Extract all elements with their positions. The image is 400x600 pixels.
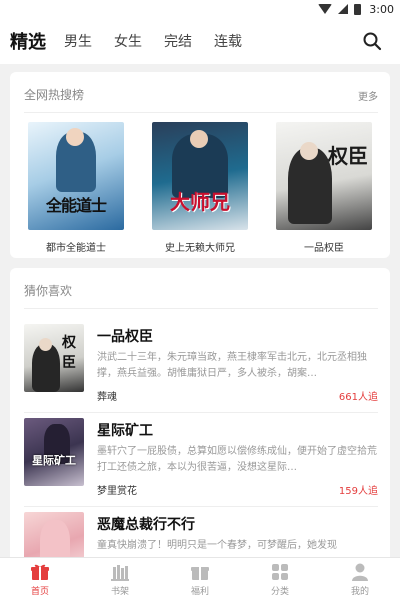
- bottom-nav-category[interactable]: 分类: [240, 558, 320, 600]
- hot-book-title: 史上无赖大师兄: [165, 243, 235, 254]
- list-item[interactable]: 权臣 一品权臣 洪武二十三年，朱元璋当政，燕王棣率军击北元，北元丞相独撑，燕兵益…: [10, 318, 390, 412]
- book-cover[interactable]: 全能道士: [28, 122, 124, 230]
- cover-figure: [66, 128, 84, 146]
- hot-book-item[interactable]: 大师兄 史上无赖大师兄: [150, 122, 250, 254]
- list-item[interactable]: 星际矿工 星际矿工 墨轩穴了一屁股债，总算如愿以偿修练成仙，便开始了虚空拾荒打工…: [10, 412, 390, 506]
- tab-male[interactable]: 男生: [64, 31, 92, 51]
- follower-count: 159人追: [338, 486, 378, 497]
- bottom-nav-profile[interactable]: 我的: [320, 558, 400, 600]
- bottom-nav-label: 福利: [190, 587, 209, 597]
- list-item[interactable]: 恶魔总裁行不行 童真快崩溃了！明明只是一个春梦，可梦醒后，她发现: [10, 506, 390, 557]
- user-icon: [352, 563, 368, 581]
- cover-title-text: 星际矿工: [32, 454, 76, 467]
- divider: [24, 308, 378, 309]
- bottom-nav-label: 首页: [30, 587, 49, 597]
- battery-icon: [354, 3, 362, 15]
- cover-title-text: 权臣: [62, 335, 76, 371]
- book-cover[interactable]: [24, 512, 84, 557]
- hot-book-item[interactable]: 全能道士 都市全能道士: [26, 122, 126, 254]
- hot-book-title: 一品权臣: [304, 243, 344, 254]
- tab-completed[interactable]: 完结: [164, 31, 192, 51]
- follower-count: 661人追: [338, 392, 378, 403]
- hot-search-title: 全网热搜榜: [24, 88, 85, 102]
- book-author: 葬魂: [97, 392, 117, 403]
- cover-figure: [39, 338, 52, 351]
- bottom-nav-label: 分类: [270, 587, 289, 597]
- search-icon[interactable]: [362, 31, 382, 51]
- guess-title: 猜你喜欢: [24, 284, 73, 298]
- signal-icon: [338, 4, 349, 14]
- book-description: 洪武二十三年，朱元璋当政，燕王棣率军击北元，北元丞相独撑，燕兵益强。胡惟庸狱日严…: [97, 352, 367, 379]
- bottom-nav-bookshelf[interactable]: 书架: [80, 558, 160, 600]
- tab-serializing[interactable]: 连载: [214, 31, 242, 51]
- bottom-nav-label: 书架: [110, 587, 129, 597]
- cover-figure: [300, 142, 318, 160]
- grid-icon: [272, 564, 288, 580]
- bottom-nav-label: 我的: [350, 587, 369, 597]
- hot-book-list: 全能道士 都市全能道士 大师兄 史上无赖大师兄 权臣 一品权臣: [10, 122, 390, 254]
- book-author: 梦里赏花: [97, 486, 137, 497]
- gift-box-icon: [191, 567, 209, 580]
- status-time: 3:00: [369, 2, 394, 16]
- tab-featured[interactable]: 精选: [10, 28, 46, 54]
- hot-book-title: 都市全能道士: [46, 243, 106, 254]
- book-title: 星际矿工: [97, 423, 153, 439]
- book-title: 恶魔总裁行不行: [97, 517, 195, 533]
- book-cover[interactable]: 大师兄: [152, 122, 248, 230]
- book-cover[interactable]: 星际矿工: [24, 418, 84, 486]
- tab-female[interactable]: 女生: [114, 31, 142, 51]
- cover-figure: [40, 520, 70, 557]
- divider: [24, 112, 378, 113]
- bottom-nav-welfare[interactable]: 福利: [160, 558, 240, 600]
- hot-book-item[interactable]: 权臣 一品权臣: [274, 122, 374, 254]
- hot-search-card: 全网热搜榜 更多 全能道士 都市全能道士 大师兄 史上无赖大师兄 权臣 一品权臣: [10, 72, 390, 258]
- bottom-nav-home[interactable]: 首页: [0, 558, 80, 600]
- cover-title-text: 大师兄: [170, 190, 230, 214]
- book-cover[interactable]: 权臣: [24, 324, 84, 392]
- cover-title-text: 权臣: [328, 144, 368, 168]
- wifi-icon: [318, 4, 333, 14]
- main-content[interactable]: 全网热搜榜 更多 全能道士 都市全能道士 大师兄 史上无赖大师兄 权臣 一品权臣…: [0, 64, 400, 557]
- more-link[interactable]: 更多: [358, 88, 378, 103]
- book-description: 墨轩穴了一屁股债，总算如愿以偿修练成仙，便开始了虚空拾荒打工还债之旅，本以为很苦…: [97, 446, 377, 473]
- book-description: 童真快崩溃了！明明只是一个春梦，可梦醒后，她发现: [97, 540, 337, 551]
- book-title: 一品权臣: [97, 329, 153, 345]
- gift-icon: [31, 564, 49, 580]
- guess-you-like-card: 猜你喜欢 权臣 一品权臣 洪武二十三年，朱元璋当政，燕王棣率军击北元，北元丞相独…: [10, 268, 390, 557]
- bookshelf-icon: [111, 565, 129, 581]
- cover-figure: [190, 130, 208, 148]
- book-list: 权臣 一品权臣 洪武二十三年，朱元璋当政，燕王棣率军击北元，北元丞相独撑，燕兵益…: [10, 318, 390, 557]
- cover-title-text: 全能道士: [45, 196, 107, 215]
- bottom-nav: 首页 书架 福利 分类 我的: [0, 557, 400, 600]
- book-cover[interactable]: 权臣: [276, 122, 372, 230]
- status-bar: 3:00: [0, 0, 400, 18]
- top-nav: 精选 男生 女生 完结 连载: [0, 18, 400, 64]
